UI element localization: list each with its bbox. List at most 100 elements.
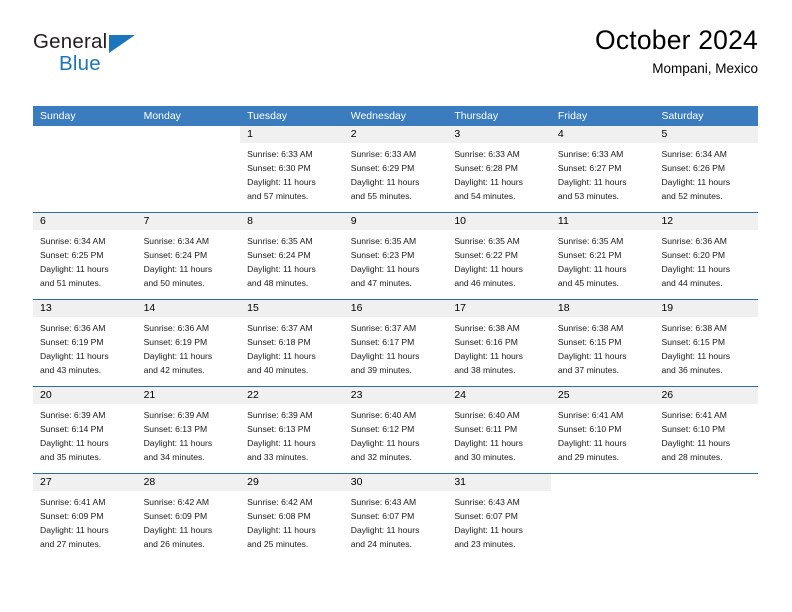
general-blue-logo[interactable]: General Blue (33, 26, 153, 88)
day-info-line: and 38 minutes. (454, 364, 516, 375)
weekday-header-saturday: Saturday (661, 110, 704, 122)
day-cell[interactable]: 15 Sunrise: 6:37 AM Sunset: 6:18 PM Dayligh… (240, 300, 344, 386)
calendar-week-row: 27 Sunrise: 6:41 AM Sunset: 6:09 PM Dayligh… (33, 473, 758, 560)
day-sun-info: Sunrise: 6:40 AM Sunset: 6:11 PM Daylight:… (447, 404, 551, 465)
day-cell[interactable]: 16 Sunrise: 6:37 AM Sunset: 6:17 PM Dayligh… (343, 300, 448, 386)
day-info-line: Sunrise: 6:42 AM (143, 497, 210, 507)
weekday-header-sunday: Sunday (40, 110, 76, 122)
day-number-band: 26 (654, 387, 759, 404)
day-info-line: and 55 minutes. (350, 190, 412, 201)
day-sun-info: Sunrise: 6:33 AM Sunset: 6:30 PM Daylight:… (240, 143, 344, 204)
day-number: 26 (661, 389, 674, 402)
day-cell-empty (551, 474, 655, 560)
day-info-line: and 36 minutes. (661, 364, 723, 375)
day-cell[interactable]: 22 Sunrise: 6:39 AM Sunset: 6:13 PM Dayligh… (240, 387, 344, 473)
day-info-line: Sunset: 6:24 PM (247, 249, 311, 260)
page-header: General Blue October 2024 Mompani, Mexic… (33, 25, 758, 94)
day-sun-info: Sunrise: 6:40 AM Sunset: 6:12 PM Daylight:… (344, 404, 448, 465)
day-number-band: 25 (550, 387, 655, 404)
day-cell[interactable]: 18 Sunrise: 6:38 AM Sunset: 6:15 PM Dayligh… (550, 300, 655, 386)
day-info-line: Daylight: 11 hours (247, 263, 316, 274)
day-cell[interactable]: 23 Sunrise: 6:40 AM Sunset: 6:12 PM Dayligh… (343, 387, 448, 473)
day-number: 7 (143, 215, 150, 228)
day-info-line: and 52 minutes. (661, 190, 723, 201)
day-cell[interactable]: 8 Sunrise: 6:35 AM Sunset: 6:24 PM Daylight… (240, 213, 344, 299)
day-cell[interactable]: 24 Sunrise: 6:40 AM Sunset: 6:11 PM Dayligh… (447, 387, 551, 473)
day-sun-info: Sunrise: 6:39 AM Sunset: 6:14 PM Daylight:… (33, 404, 137, 465)
day-info-line: Daylight: 11 hours (454, 524, 523, 535)
day-cell[interactable]: 11 Sunrise: 6:35 AM Sunset: 6:21 PM Dayligh… (550, 213, 655, 299)
day-info-line: and 23 minutes. (454, 538, 516, 549)
day-cell[interactable]: 3 Sunrise: 6:33 AM Sunset: 6:28 PM Daylight… (447, 126, 551, 212)
day-number: 5 (661, 128, 668, 141)
day-info-line: Sunrise: 6:43 AM (350, 497, 417, 507)
day-sun-info: Sunrise: 6:42 AM Sunset: 6:09 PM Daylight:… (137, 491, 241, 552)
day-number-band: 31 (447, 474, 551, 491)
day-cell[interactable]: 21 Sunrise: 6:39 AM Sunset: 6:13 PM Dayligh… (136, 387, 241, 473)
day-cell[interactable]: 28 Sunrise: 6:42 AM Sunset: 6:09 PM Dayligh… (136, 474, 241, 560)
day-info-line: Daylight: 11 hours (557, 350, 627, 361)
day-cell[interactable]: 19 Sunrise: 6:38 AM Sunset: 6:15 PM Dayligh… (654, 300, 759, 386)
day-info-line: Sunset: 6:10 PM (557, 423, 622, 434)
day-number: 17 (454, 302, 466, 315)
day-info-line: Sunrise: 6:40 AM (454, 410, 520, 420)
day-info-line: Sunrise: 6:35 AM (247, 236, 313, 246)
day-cell[interactable]: 2 Sunrise: 6:33 AM Sunset: 6:29 PM Daylight… (343, 126, 448, 212)
day-sun-info: Sunrise: 6:41 AM Sunset: 6:10 PM Daylight:… (551, 404, 655, 465)
day-cell[interactable]: 7 Sunrise: 6:34 AM Sunset: 6:24 PM Daylight… (136, 213, 241, 299)
day-cell[interactable]: 29 Sunrise: 6:42 AM Sunset: 6:08 PM Dayligh… (240, 474, 344, 560)
day-cell[interactable]: 14 Sunrise: 6:36 AM Sunset: 6:19 PM Dayligh… (136, 300, 241, 386)
day-info-line: Sunrise: 6:33 AM (557, 149, 624, 159)
day-info-line: Daylight: 11 hours (247, 176, 316, 187)
day-info-line: Sunset: 6:13 PM (143, 423, 208, 434)
day-info-line: Daylight: 11 hours (661, 350, 731, 361)
day-number-band: 10 (447, 213, 551, 230)
day-info-line: Sunrise: 6:33 AM (350, 149, 417, 159)
day-cell[interactable]: 9 Sunrise: 6:35 AM Sunset: 6:23 PM Daylight… (343, 213, 448, 299)
day-sun-info: Sunrise: 6:42 AM Sunset: 6:08 PM Daylight:… (240, 491, 344, 552)
day-sun-info: Sunrise: 6:36 AM Sunset: 6:20 PM Daylight:… (654, 230, 758, 291)
day-info-line: and 32 minutes. (350, 451, 412, 462)
day-cell[interactable]: 20 Sunrise: 6:39 AM Sunset: 6:14 PM Dayligh… (33, 387, 137, 473)
day-number-band: 14 (136, 300, 241, 317)
logo-text-general: General (33, 30, 108, 53)
day-info-line: Sunrise: 6:33 AM (247, 149, 313, 159)
day-sun-info: Sunrise: 6:43 AM Sunset: 6:07 PM Daylight:… (344, 491, 448, 552)
day-sun-info: Sunrise: 6:34 AM Sunset: 6:25 PM Daylight:… (33, 230, 137, 291)
day-info-line: Sunset: 6:15 PM (661, 336, 726, 347)
day-cell[interactable]: 4 Sunrise: 6:33 AM Sunset: 6:27 PM Daylight… (550, 126, 655, 212)
day-number-band: 7 (136, 213, 241, 230)
day-sun-info: Sunrise: 6:33 AM Sunset: 6:29 PM Daylight:… (344, 143, 448, 204)
day-cell[interactable]: 30 Sunrise: 6:43 AM Sunset: 6:07 PM Dayligh… (343, 474, 448, 560)
day-cell[interactable]: 1 Sunrise: 6:33 AM Sunset: 6:30 PM Daylight… (240, 126, 344, 212)
day-cell[interactable]: 31 Sunrise: 6:43 AM Sunset: 6:07 PM Dayligh… (447, 474, 551, 560)
day-cell[interactable]: 6 Sunrise: 6:34 AM Sunset: 6:25 PM Daylight… (33, 213, 137, 299)
day-cell[interactable]: 5 Sunrise: 6:34 AM Sunset: 6:26 PM Daylight… (654, 126, 759, 212)
day-info-line: Daylight: 11 hours (350, 350, 420, 361)
day-cell[interactable]: 17 Sunrise: 6:38 AM Sunset: 6:16 PM Dayligh… (447, 300, 551, 386)
day-number: 22 (247, 389, 259, 402)
day-info-line: Sunset: 6:08 PM (247, 510, 311, 521)
day-info-line: Sunrise: 6:39 AM (143, 410, 210, 420)
day-info-line: Sunset: 6:25 PM (40, 249, 104, 260)
day-number-band: 23 (343, 387, 448, 404)
title-block: October 2024 Mompani, Mexico (595, 25, 758, 77)
day-cell[interactable]: 26 Sunrise: 6:41 AM Sunset: 6:10 PM Dayligh… (654, 387, 759, 473)
day-info-line: Daylight: 11 hours (143, 437, 213, 448)
day-cell[interactable]: 27 Sunrise: 6:41 AM Sunset: 6:09 PM Dayligh… (33, 474, 137, 560)
day-info-line: and 35 minutes. (40, 451, 102, 462)
day-info-line: Sunset: 6:19 PM (40, 336, 104, 347)
day-info-line: and 48 minutes. (247, 277, 309, 288)
day-number: 24 (454, 389, 466, 402)
day-cell[interactable]: 10 Sunrise: 6:35 AM Sunset: 6:22 PM Dayligh… (447, 213, 551, 299)
day-cell[interactable]: 25 Sunrise: 6:41 AM Sunset: 6:10 PM Dayligh… (550, 387, 655, 473)
day-number-band: 30 (343, 474, 448, 491)
day-info-line: Sunrise: 6:39 AM (247, 410, 313, 420)
day-cell[interactable]: 13 Sunrise: 6:36 AM Sunset: 6:19 PM Dayligh… (33, 300, 137, 386)
page-title: October 2024 (595, 25, 758, 55)
day-number: 15 (247, 302, 259, 315)
day-sun-info: Sunrise: 6:41 AM Sunset: 6:09 PM Daylight:… (33, 491, 137, 552)
day-number: 18 (557, 302, 570, 315)
day-cell[interactable]: 12 Sunrise: 6:36 AM Sunset: 6:20 PM Dayligh… (654, 213, 759, 299)
day-sun-info: Sunrise: 6:36 AM Sunset: 6:19 PM Daylight:… (137, 317, 241, 378)
